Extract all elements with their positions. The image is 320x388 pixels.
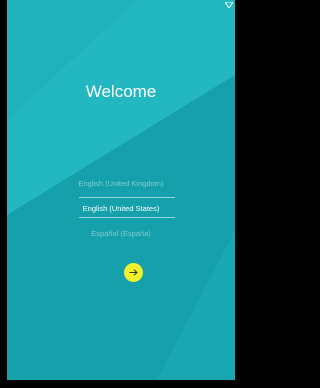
background-art (7, 0, 235, 380)
language-option-en-gb[interactable]: English (United Kingdom) (7, 179, 235, 188)
picker-divider-bottom (79, 217, 175, 218)
signal-icon (225, 2, 233, 8)
arrow-right-icon (129, 269, 138, 276)
language-option-en-us[interactable]: English (United States) (7, 204, 235, 213)
language-option-es-es[interactable]: Español (España) (7, 229, 235, 238)
picker-divider-top (79, 197, 175, 198)
next-button[interactable] (124, 263, 143, 282)
setup-screen: Welcome English (United Kingdom) English… (7, 0, 235, 380)
device-frame: Welcome English (United Kingdom) English… (0, 0, 241, 388)
welcome-title: Welcome (85, 82, 157, 101)
